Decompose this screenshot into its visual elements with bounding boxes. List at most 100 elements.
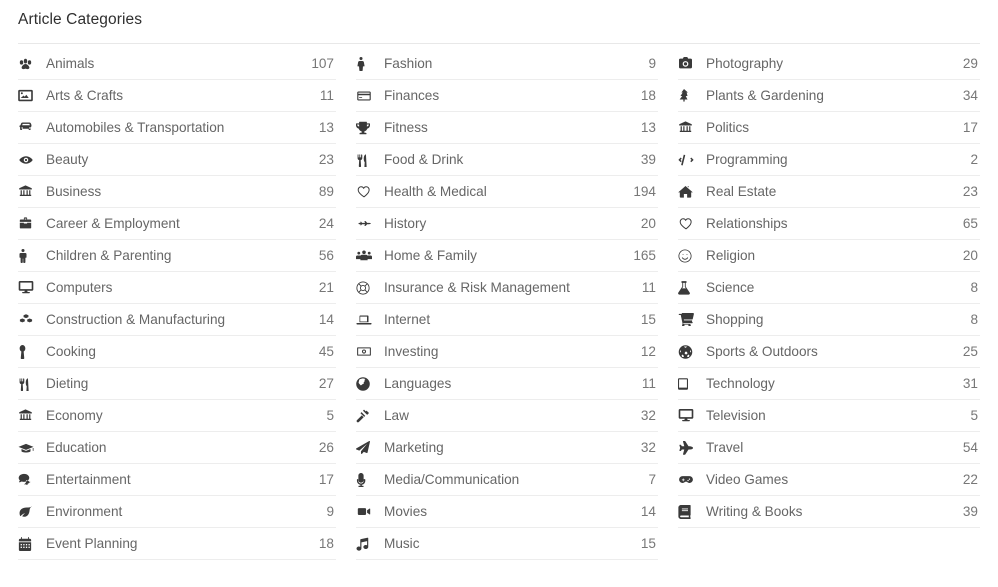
microphone-icon: [356, 471, 378, 489]
category-row[interactable]: Music 15: [356, 528, 658, 560]
page-title: Article Categories: [18, 11, 143, 28]
category-row[interactable]: Relationships 65: [678, 208, 980, 240]
category-row[interactable]: Politics 17: [678, 112, 980, 144]
category-label: Animals: [46, 55, 95, 71]
category-count: 7: [648, 471, 656, 487]
category-row[interactable]: Languages 11: [356, 368, 658, 400]
category-column-2: Fashion 9 Finances 18 Fitness 13 Food & Drink 3…: [356, 48, 658, 560]
category-row[interactable]: Construction & Manufacturing 14: [18, 304, 336, 336]
category-row[interactable]: Video Games 22: [678, 464, 980, 496]
flask-icon: [678, 279, 700, 297]
desktop-icon: [678, 407, 700, 425]
category-count: 2: [970, 151, 978, 167]
category-label: Computers: [46, 279, 113, 295]
category-row[interactable]: Programming 2: [678, 144, 980, 176]
category-count: 89: [318, 183, 334, 199]
category-label: Business: [46, 183, 102, 199]
category-row[interactable]: Fitness 13: [356, 112, 658, 144]
category-row[interactable]: Media/Communication 7: [356, 464, 658, 496]
category-label: Languages: [384, 375, 452, 391]
category-row[interactable]: Computers 21: [18, 272, 336, 304]
category-row[interactable]: Environment 9: [18, 496, 336, 528]
leaf-icon: [18, 503, 40, 521]
cubes-icon: [18, 311, 40, 329]
graduation-cap-icon: [18, 439, 40, 457]
category-row[interactable]: Home & Family 165: [356, 240, 658, 272]
category-label: Children & Parenting: [46, 247, 172, 263]
category-label: Shopping: [706, 311, 764, 327]
category-row[interactable]: History 20: [356, 208, 658, 240]
category-label: Media/Communication: [384, 471, 520, 487]
category-row[interactable]: Food & Drink 39: [356, 144, 658, 176]
category-count: 29: [962, 55, 978, 71]
category-label: Science: [706, 279, 755, 295]
category-label: Television: [706, 407, 766, 423]
category-row[interactable]: Education 26: [18, 432, 336, 464]
paper-plane-icon: [356, 439, 378, 457]
category-row[interactable]: Economy 5: [18, 400, 336, 432]
category-row[interactable]: Law 32: [356, 400, 658, 432]
category-row[interactable]: Beauty 23: [18, 144, 336, 176]
category-label: Economy: [46, 407, 103, 423]
category-label: Health & Medical: [384, 183, 487, 199]
category-row[interactable]: Science 8: [678, 272, 980, 304]
category-row[interactable]: Animals 107: [18, 48, 336, 80]
trophy-icon: [356, 119, 378, 137]
category-label: Photography: [706, 55, 784, 71]
category-row[interactable]: Cooking 45: [18, 336, 336, 368]
category-label: Finances: [384, 87, 440, 103]
category-row[interactable]: Television 5: [678, 400, 980, 432]
category-row[interactable]: Fashion 9: [356, 48, 658, 80]
category-row[interactable]: Technology 31: [678, 368, 980, 400]
category-columns: Animals 107 Arts & Crafts 11 Automobiles & T…: [0, 48, 998, 560]
cutlery-icon: [18, 375, 40, 393]
category-count: 54: [962, 439, 978, 455]
comments-icon: [18, 471, 40, 489]
category-label: Movies: [384, 503, 428, 519]
category-row[interactable]: Career & Employment 24: [18, 208, 336, 240]
category-count: 12: [640, 343, 656, 359]
category-label: Travel: [706, 439, 744, 455]
category-row[interactable]: Internet 15: [356, 304, 658, 336]
category-row[interactable]: Photography 29: [678, 48, 980, 80]
category-label: Writing & Books: [706, 503, 803, 519]
category-row[interactable]: Plants & Gardening 34: [678, 80, 980, 112]
category-row[interactable]: Movies 14: [356, 496, 658, 528]
category-row[interactable]: Children & Parenting 56: [18, 240, 336, 272]
category-row[interactable]: Health & Medical 194: [356, 176, 658, 208]
category-label: Politics: [706, 119, 750, 135]
category-row[interactable]: Real Estate 23: [678, 176, 980, 208]
category-count: 23: [962, 183, 978, 199]
category-label: Programming: [706, 151, 788, 167]
category-count: 8: [970, 311, 978, 327]
gamepad-icon: [678, 471, 700, 489]
home-icon: [678, 183, 700, 201]
category-row[interactable]: Business 89: [18, 176, 336, 208]
category-column-1: Animals 107 Arts & Crafts 11 Automobiles & T…: [18, 48, 336, 560]
category-count: 18: [318, 535, 334, 551]
category-row[interactable]: Shopping 8: [678, 304, 980, 336]
category-count: 32: [640, 439, 656, 455]
category-row[interactable]: Finances 18: [356, 80, 658, 112]
category-row[interactable]: Religion 20: [678, 240, 980, 272]
category-count: 15: [640, 535, 656, 551]
category-count: 25: [962, 343, 978, 359]
category-row[interactable]: Dieting 27: [18, 368, 336, 400]
category-label: Investing: [384, 343, 439, 359]
category-count: 9: [326, 503, 334, 519]
category-row[interactable]: Sports & Outdoors 25: [678, 336, 980, 368]
category-row[interactable]: Insurance & Risk Management 11: [356, 272, 658, 304]
category-label: Arts & Crafts: [46, 87, 124, 103]
category-row[interactable]: Travel 54: [678, 432, 980, 464]
category-count: 5: [970, 407, 978, 423]
category-row[interactable]: Marketing 32: [356, 432, 658, 464]
category-row[interactable]: Investing 12: [356, 336, 658, 368]
category-row[interactable]: Writing & Books 39: [678, 496, 980, 528]
category-label: Plants & Gardening: [706, 87, 824, 103]
category-label: Entertainment: [46, 471, 131, 487]
category-row[interactable]: Automobiles & Transportation 13: [18, 112, 336, 144]
category-row[interactable]: Entertainment 17: [18, 464, 336, 496]
category-count: 56: [318, 247, 334, 263]
category-row[interactable]: Arts & Crafts 11: [18, 80, 336, 112]
category-row[interactable]: Event Planning 18: [18, 528, 336, 560]
